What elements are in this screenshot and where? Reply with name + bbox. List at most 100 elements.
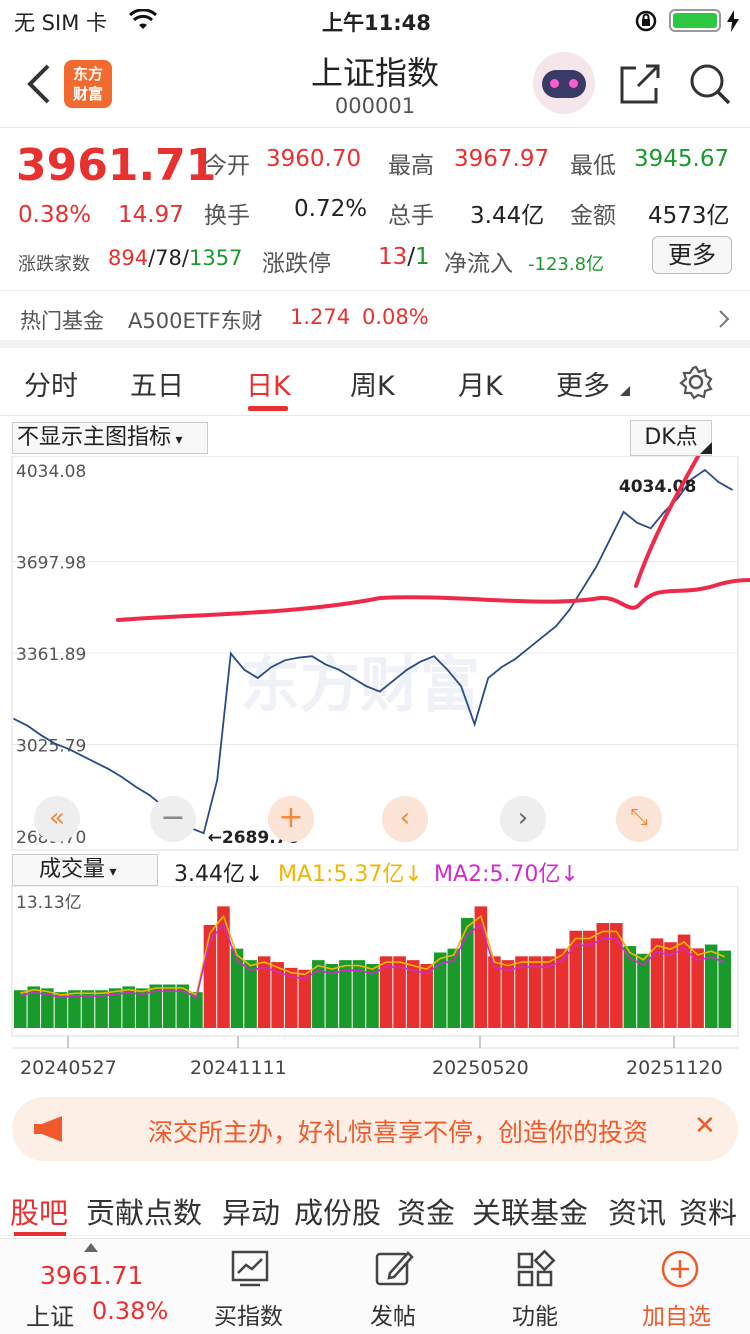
scroll-right-button[interactable]: ›: [500, 796, 546, 842]
price-point: [80, 754, 83, 757]
kline-chart-area: 不显示主图指标 ▾ DK点 4034.08 3697.98 3361.89 3025.…: [0, 416, 750, 1086]
tab-contribution[interactable]: 贡献点数: [86, 1190, 202, 1232]
clock: 上午11:48: [322, 11, 431, 35]
functions-button[interactable]: 功能: [486, 1245, 586, 1333]
share-icon[interactable]: [618, 62, 662, 106]
tab-intraday[interactable]: 分时: [24, 364, 78, 403]
turnover-value: 0.72%: [294, 196, 368, 222]
price-point: [94, 761, 97, 764]
battery-charging-icon: [669, 9, 721, 32]
dk-caret-icon: [700, 442, 712, 454]
nav-bar: 东方 财富 上证指数 000001: [0, 40, 750, 128]
price-point: [53, 742, 56, 745]
promo-banner[interactable]: 深交所主办，好礼惊喜享不停，创造你的投资 ✕: [12, 1097, 738, 1161]
active-subtab-indicator: [14, 1232, 66, 1236]
watermark: 东方财富: [240, 651, 480, 721]
tab-more[interactable]: 更多: [556, 364, 610, 403]
fullscreen-icon[interactable]: ⤡: [616, 796, 662, 842]
tab-constituents[interactable]: 成份股: [294, 1190, 381, 1232]
annotation-horizontal-curve: [116, 578, 750, 622]
megaphone-icon: [34, 1116, 62, 1142]
chevron-right-icon: [719, 310, 730, 328]
buy-index-button[interactable]: 买指数: [200, 1245, 304, 1333]
tab-capital[interactable]: 资金: [397, 1190, 455, 1232]
netflow-label: 净流入: [444, 251, 513, 277]
price-point: [67, 748, 69, 750]
charging-bolt-icon: [727, 10, 739, 32]
price-point: [297, 656, 300, 659]
tab-weekly-k[interactable]: 周K: [350, 364, 395, 403]
tab-movement[interactable]: 异动: [222, 1190, 280, 1232]
price-point: [595, 565, 598, 568]
price-point: [406, 669, 408, 671]
y-tick-label: 4034.08: [16, 462, 86, 482]
close-icon[interactable]: ✕: [694, 1111, 716, 1141]
tab-profile[interactable]: 资料: [679, 1190, 737, 1232]
robot-assistant-icon[interactable]: [533, 52, 595, 114]
tab-guba[interactable]: 股吧: [10, 1190, 68, 1232]
volume-max-label: 13.13亿: [16, 893, 82, 913]
x-tick-label: 20240527: [20, 1057, 117, 1079]
price-point: [555, 625, 557, 628]
search-icon[interactable]: [688, 62, 732, 106]
price-point: [622, 511, 625, 513]
change-value: 14.97: [118, 202, 184, 228]
hot-fund-pct: 0.08%: [362, 305, 429, 329]
price-point: [270, 666, 273, 668]
price-point: [649, 527, 652, 530]
bottom-price: 3961.71: [40, 1261, 144, 1290]
promo-text: 深交所主办，好礼惊喜享不停，创造你的投资: [148, 1118, 649, 1147]
hot-fund-price: 1.274: [290, 305, 351, 329]
scroll-left-fast-button[interactable]: «: [34, 796, 80, 842]
zoom-in-button[interactable]: +: [268, 796, 314, 842]
low-label: 最低: [570, 153, 616, 179]
more-button[interactable]: 更多: [652, 236, 732, 274]
tab-related-funds[interactable]: 关联基金: [472, 1190, 588, 1232]
volume-indicator-select[interactable]: 成交量 ▾: [12, 854, 158, 886]
amount-value: 4573亿: [648, 203, 730, 229]
zoom-out-button[interactable]: −: [150, 796, 196, 842]
price-point: [202, 832, 205, 834]
price-point: [419, 660, 422, 663]
price-point: [135, 786, 137, 788]
gear-icon[interactable]: [678, 364, 714, 400]
volume-chart[interactable]: 13.13亿 20240527 20241111 20250520 20251120: [0, 886, 750, 1086]
hot-fund-label: 热门基金: [20, 309, 104, 333]
grid-apps-icon: [517, 1249, 556, 1287]
add-circle-icon: [661, 1250, 699, 1288]
tab-news[interactable]: 资讯: [608, 1190, 666, 1232]
limit-values: 13/1: [378, 244, 430, 270]
volume-bar: [718, 950, 731, 1028]
scroll-left-button[interactable]: ‹: [382, 796, 428, 842]
post-button[interactable]: 发帖: [344, 1245, 444, 1333]
price-point: [392, 679, 395, 682]
carrier-label: 无 SIM 卡: [14, 11, 107, 35]
trend-chart-icon: [231, 1250, 269, 1287]
add-watchlist-button[interactable]: 加自选: [628, 1245, 732, 1333]
volume-ma2: MA2:5.70亿↓: [434, 862, 579, 887]
price-point: [487, 677, 489, 679]
price-point: [704, 469, 706, 471]
status-bar: 无 SIM 卡 上午11:48: [0, 0, 750, 40]
amount-label: 金额: [570, 203, 616, 229]
wifi-icon: [128, 9, 158, 29]
volume-label: 总手: [388, 203, 434, 229]
price-point: [108, 768, 110, 771]
active-tab-indicator: [248, 406, 288, 411]
price-point: [40, 734, 42, 736]
y-tick-label: 3697.98: [16, 554, 86, 574]
hot-fund-bar[interactable]: 热门基金 A500ETF东财 1.274 0.08%: [0, 290, 750, 348]
price-point: [148, 794, 151, 796]
tab-monthly-k[interactable]: 月K: [458, 364, 503, 403]
tab-more-caret-icon: [620, 386, 630, 396]
tab-five-day[interactable]: 五日: [130, 364, 184, 403]
price-point: [243, 669, 246, 671]
price-point: [351, 677, 354, 679]
period-tabs: 分时 五日 日K 周K 月K 更多: [0, 348, 750, 416]
x-tick-label: 20241111: [190, 1057, 287, 1079]
price-point: [473, 723, 476, 726]
main-indicator-select[interactable]: 不显示主图指标 ▾: [12, 422, 208, 454]
tab-daily-k[interactable]: 日K: [246, 364, 291, 403]
x-tick-label: 20251120: [626, 1057, 723, 1079]
low-value: 3945.67: [634, 146, 730, 172]
